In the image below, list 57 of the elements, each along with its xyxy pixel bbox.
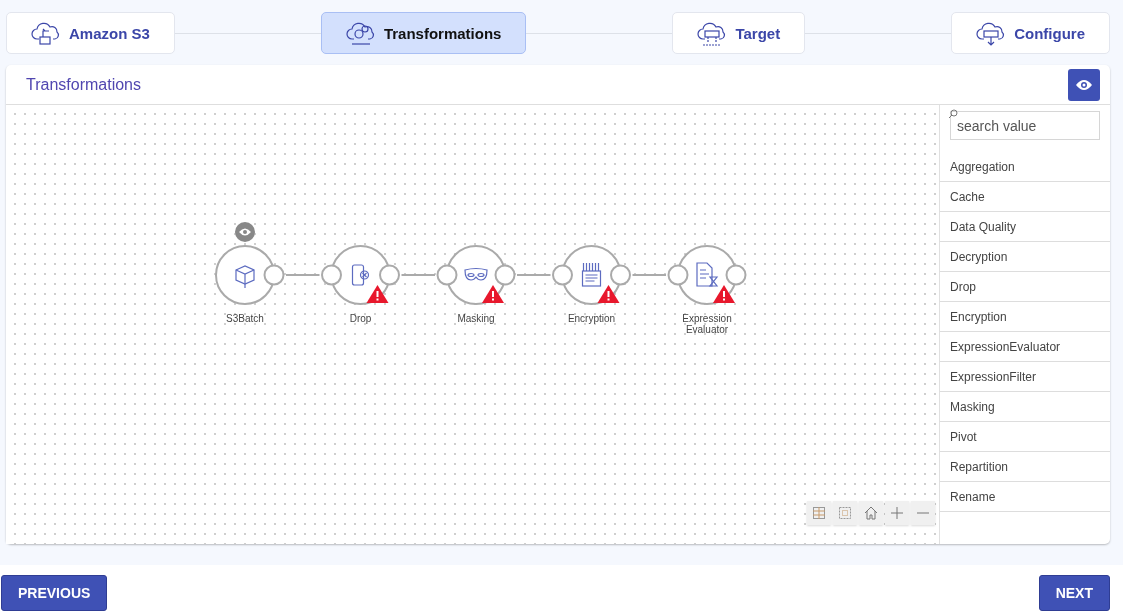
transformation-item[interactable]: Rename bbox=[940, 482, 1110, 512]
document-icon bbox=[581, 262, 602, 287]
connector-line bbox=[400, 274, 436, 276]
panel-title: Transformations bbox=[26, 75, 141, 94]
transformation-item[interactable]: Aggregation bbox=[940, 152, 1110, 182]
node-label: S3Batch bbox=[225, 313, 265, 324]
step-label: Configure bbox=[1014, 24, 1085, 42]
transformation-item[interactable]: Data Quality bbox=[940, 212, 1110, 242]
connector-line bbox=[516, 274, 552, 276]
input-port[interactable] bbox=[552, 264, 573, 286]
plus-icon bbox=[890, 506, 904, 520]
preview-button[interactable] bbox=[1068, 68, 1100, 101]
zoom-out-button[interactable] bbox=[911, 501, 935, 525]
transformation-item[interactable]: Encryption bbox=[940, 302, 1110, 332]
transformation-item[interactable]: Repartition bbox=[940, 452, 1110, 482]
cube-icon bbox=[235, 265, 255, 289]
step-label: Transformations bbox=[383, 24, 502, 42]
step-tab[interactable]: Transformations bbox=[320, 12, 527, 54]
node-label: Drop bbox=[348, 313, 373, 324]
output-port[interactable] bbox=[379, 264, 400, 286]
mask-icon bbox=[464, 267, 488, 281]
transformation-item[interactable]: Cache bbox=[940, 182, 1110, 212]
output-port[interactable] bbox=[725, 264, 747, 286]
transformation-item[interactable]: ExpressionEvaluator bbox=[940, 332, 1110, 362]
output-port[interactable] bbox=[263, 264, 285, 286]
input-port[interactable] bbox=[436, 264, 458, 286]
step-label: Target bbox=[735, 24, 781, 42]
drop-icon bbox=[351, 264, 370, 286]
step-tab[interactable]: Configure bbox=[951, 12, 1110, 54]
dashed-square-icon bbox=[839, 507, 851, 519]
connector-line bbox=[631, 274, 667, 276]
transformation-item[interactable]: Masking bbox=[940, 392, 1110, 422]
step-tab[interactable]: Amazon S3 bbox=[6, 12, 175, 54]
transformation-item[interactable]: Decryption bbox=[940, 242, 1110, 272]
transformation-item[interactable]: ExpressionFilter bbox=[940, 362, 1110, 392]
input-port[interactable] bbox=[667, 264, 689, 286]
grid-icon bbox=[813, 507, 825, 519]
node-label: Masking bbox=[456, 313, 496, 324]
node-label: Encryption bbox=[566, 313, 617, 324]
node-circle[interactable] bbox=[215, 245, 275, 305]
node-label: Expression Evaluator bbox=[681, 313, 733, 335]
output-port[interactable] bbox=[494, 264, 516, 286]
search-field[interactable]: search value bbox=[950, 111, 1100, 140]
transformation-item[interactable]: Drop bbox=[940, 272, 1110, 302]
document-hourglass-icon bbox=[696, 262, 719, 287]
transformation-item[interactable]: Pivot bbox=[940, 422, 1110, 452]
previous-button[interactable]: PREVIOUS bbox=[1, 575, 108, 611]
grid-button[interactable] bbox=[807, 501, 831, 525]
output-port[interactable] bbox=[610, 264, 631, 286]
input-port[interactable] bbox=[321, 264, 342, 286]
home-icon bbox=[864, 506, 878, 520]
step-tab[interactable]: Target bbox=[672, 12, 806, 54]
next-button[interactable]: NEXT bbox=[1038, 575, 1110, 611]
eye-icon[interactable] bbox=[235, 222, 255, 242]
connector-line bbox=[285, 274, 321, 276]
eye-icon bbox=[1075, 78, 1093, 91]
step-label: Amazon S3 bbox=[69, 24, 150, 42]
